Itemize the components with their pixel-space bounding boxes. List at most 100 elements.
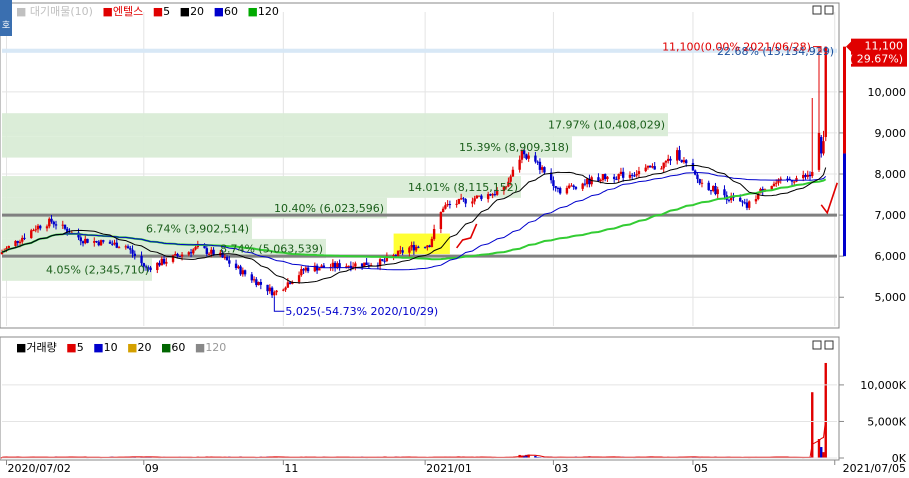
legend-vol-ma60: 60 — [171, 341, 185, 354]
candle-body — [489, 194, 492, 196]
candle-body — [50, 218, 53, 222]
y-tick-label: 10,000 — [868, 86, 907, 99]
candle-body — [538, 161, 542, 170]
candle-body — [331, 262, 335, 267]
candle-body — [113, 242, 116, 245]
candle-body — [300, 269, 303, 276]
candle-body — [410, 245, 413, 248]
candle-body — [601, 174, 605, 181]
candle-body — [174, 253, 177, 256]
legend-vol-ma10: 10 — [104, 341, 118, 354]
candle-body — [160, 258, 163, 266]
candle-body — [126, 246, 130, 249]
candle-body — [660, 168, 663, 170]
candle-body — [700, 182, 704, 184]
candle-body — [79, 237, 82, 242]
candle-body — [252, 279, 256, 281]
candle-body — [462, 198, 465, 200]
candle-body — [225, 257, 229, 261]
candle-body — [383, 260, 386, 262]
candle-body — [336, 263, 339, 268]
candle-body — [754, 199, 758, 202]
candle-body — [210, 249, 213, 254]
candle-body — [653, 166, 656, 170]
candle-body — [615, 179, 618, 181]
candle-body — [430, 238, 434, 248]
candle-body — [194, 247, 197, 250]
candle-body — [565, 187, 569, 194]
range-bar-high — [843, 46, 846, 154]
candle-body — [486, 194, 490, 200]
candle-body — [286, 282, 290, 288]
candle-body — [412, 245, 416, 251]
candle-body — [93, 241, 96, 243]
candle-body — [363, 262, 366, 267]
candle-body — [432, 228, 436, 239]
y-tick-label: 9,000 — [875, 127, 907, 140]
date-tick-label: 11 — [284, 462, 298, 475]
volume-profile-label: 4.05% (2,345,710) — [46, 264, 149, 277]
legend-vol-ma120: 120 — [205, 341, 226, 354]
candle-body — [7, 245, 10, 249]
candle-body — [666, 158, 670, 162]
candle-body — [129, 248, 132, 250]
candle-body — [63, 224, 67, 229]
candle-body — [394, 255, 398, 257]
candle-body — [162, 258, 166, 264]
legend-ma120: 120 — [258, 5, 279, 18]
candle-body — [187, 252, 191, 255]
candle-body — [115, 242, 118, 248]
volume-profile-label: 15.39% (8,909,318) — [459, 141, 569, 154]
candle-body — [250, 274, 254, 281]
y-tick-label: 8,000 — [875, 168, 907, 181]
low-annotation: 5,025(-54.73% 2020/10/29) — [285, 305, 438, 318]
volume-bar — [824, 362, 827, 458]
candle-body — [97, 241, 100, 246]
volume-close-button[interactable] — [824, 340, 834, 350]
volume-bar — [820, 447, 823, 458]
candle-body — [685, 160, 688, 164]
close-button[interactable] — [824, 5, 834, 15]
candle-body — [739, 197, 742, 202]
y-tick-label: 7,000 — [875, 209, 907, 222]
candle-body — [696, 174, 699, 180]
candle-body — [558, 188, 562, 194]
volume-profile-label: 6.74% (3,902,514) — [146, 223, 249, 236]
corner-label: 호 — [2, 20, 10, 31]
candle-body — [448, 204, 452, 206]
candle-body — [270, 287, 274, 296]
stock-chart: 22.68% (13,134,929)17.97% (10,408,029)15… — [0, 0, 907, 475]
candle-body — [543, 167, 546, 173]
candle-body — [237, 266, 240, 269]
candle-body — [709, 190, 713, 192]
candle-body — [124, 246, 127, 248]
candle-body — [228, 260, 231, 264]
candle-body — [581, 183, 584, 189]
date-axis: 2020/07/02 09 11 2021/01 03 05 2021/07/05 — [0, 459, 906, 475]
candle-body — [633, 175, 636, 177]
candle-body — [259, 281, 263, 285]
candle-body — [149, 267, 152, 271]
candle-body — [603, 174, 607, 180]
candle-body — [189, 252, 193, 254]
volume-bar — [817, 438, 821, 458]
candle-body — [820, 137, 823, 154]
date-tick-label: 09 — [145, 462, 159, 475]
candle-body — [619, 171, 623, 175]
candle-body — [802, 174, 805, 179]
candle-body — [133, 253, 136, 256]
candle-body — [678, 150, 681, 160]
range-bar-low — [843, 153, 846, 257]
candle-body — [554, 186, 557, 188]
minimize-button[interactable] — [812, 5, 822, 15]
date-tick-label: 2021/07/05 — [843, 462, 906, 475]
date-tick-label: 2021/01 — [426, 462, 472, 475]
candle-body — [16, 240, 19, 243]
volume-minimize-button[interactable] — [812, 340, 822, 350]
legend-vol-ma5: 5 — [77, 341, 84, 354]
candle-body — [32, 230, 35, 232]
candle-body — [824, 46, 827, 138]
candle-body — [597, 177, 600, 182]
candle-body — [471, 201, 474, 204]
candle-body — [567, 185, 571, 188]
